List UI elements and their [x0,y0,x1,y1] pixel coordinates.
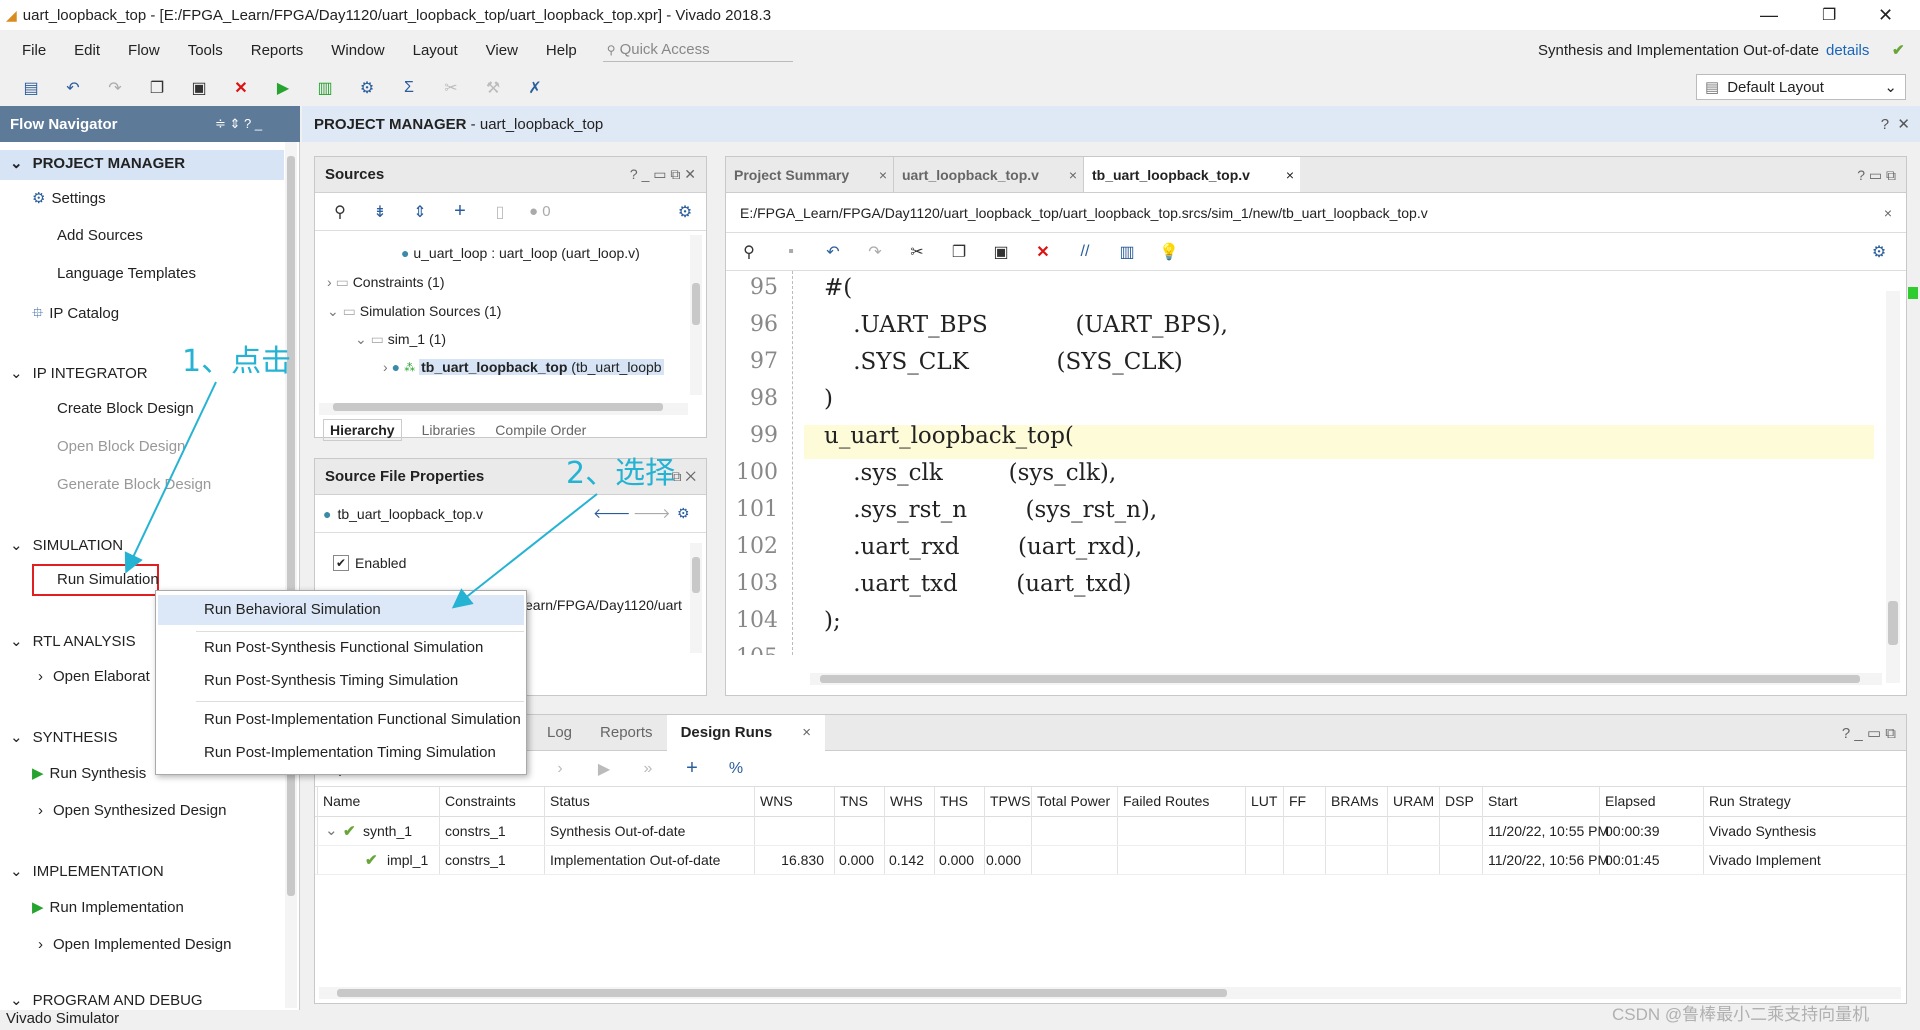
annotation-arrows [124,381,598,609]
arrow-step1 [124,381,217,574]
arrow-step2 [451,493,598,609]
watermark: CSDN @鲁棒最小二乘支持向量机 [1612,1005,1870,1024]
